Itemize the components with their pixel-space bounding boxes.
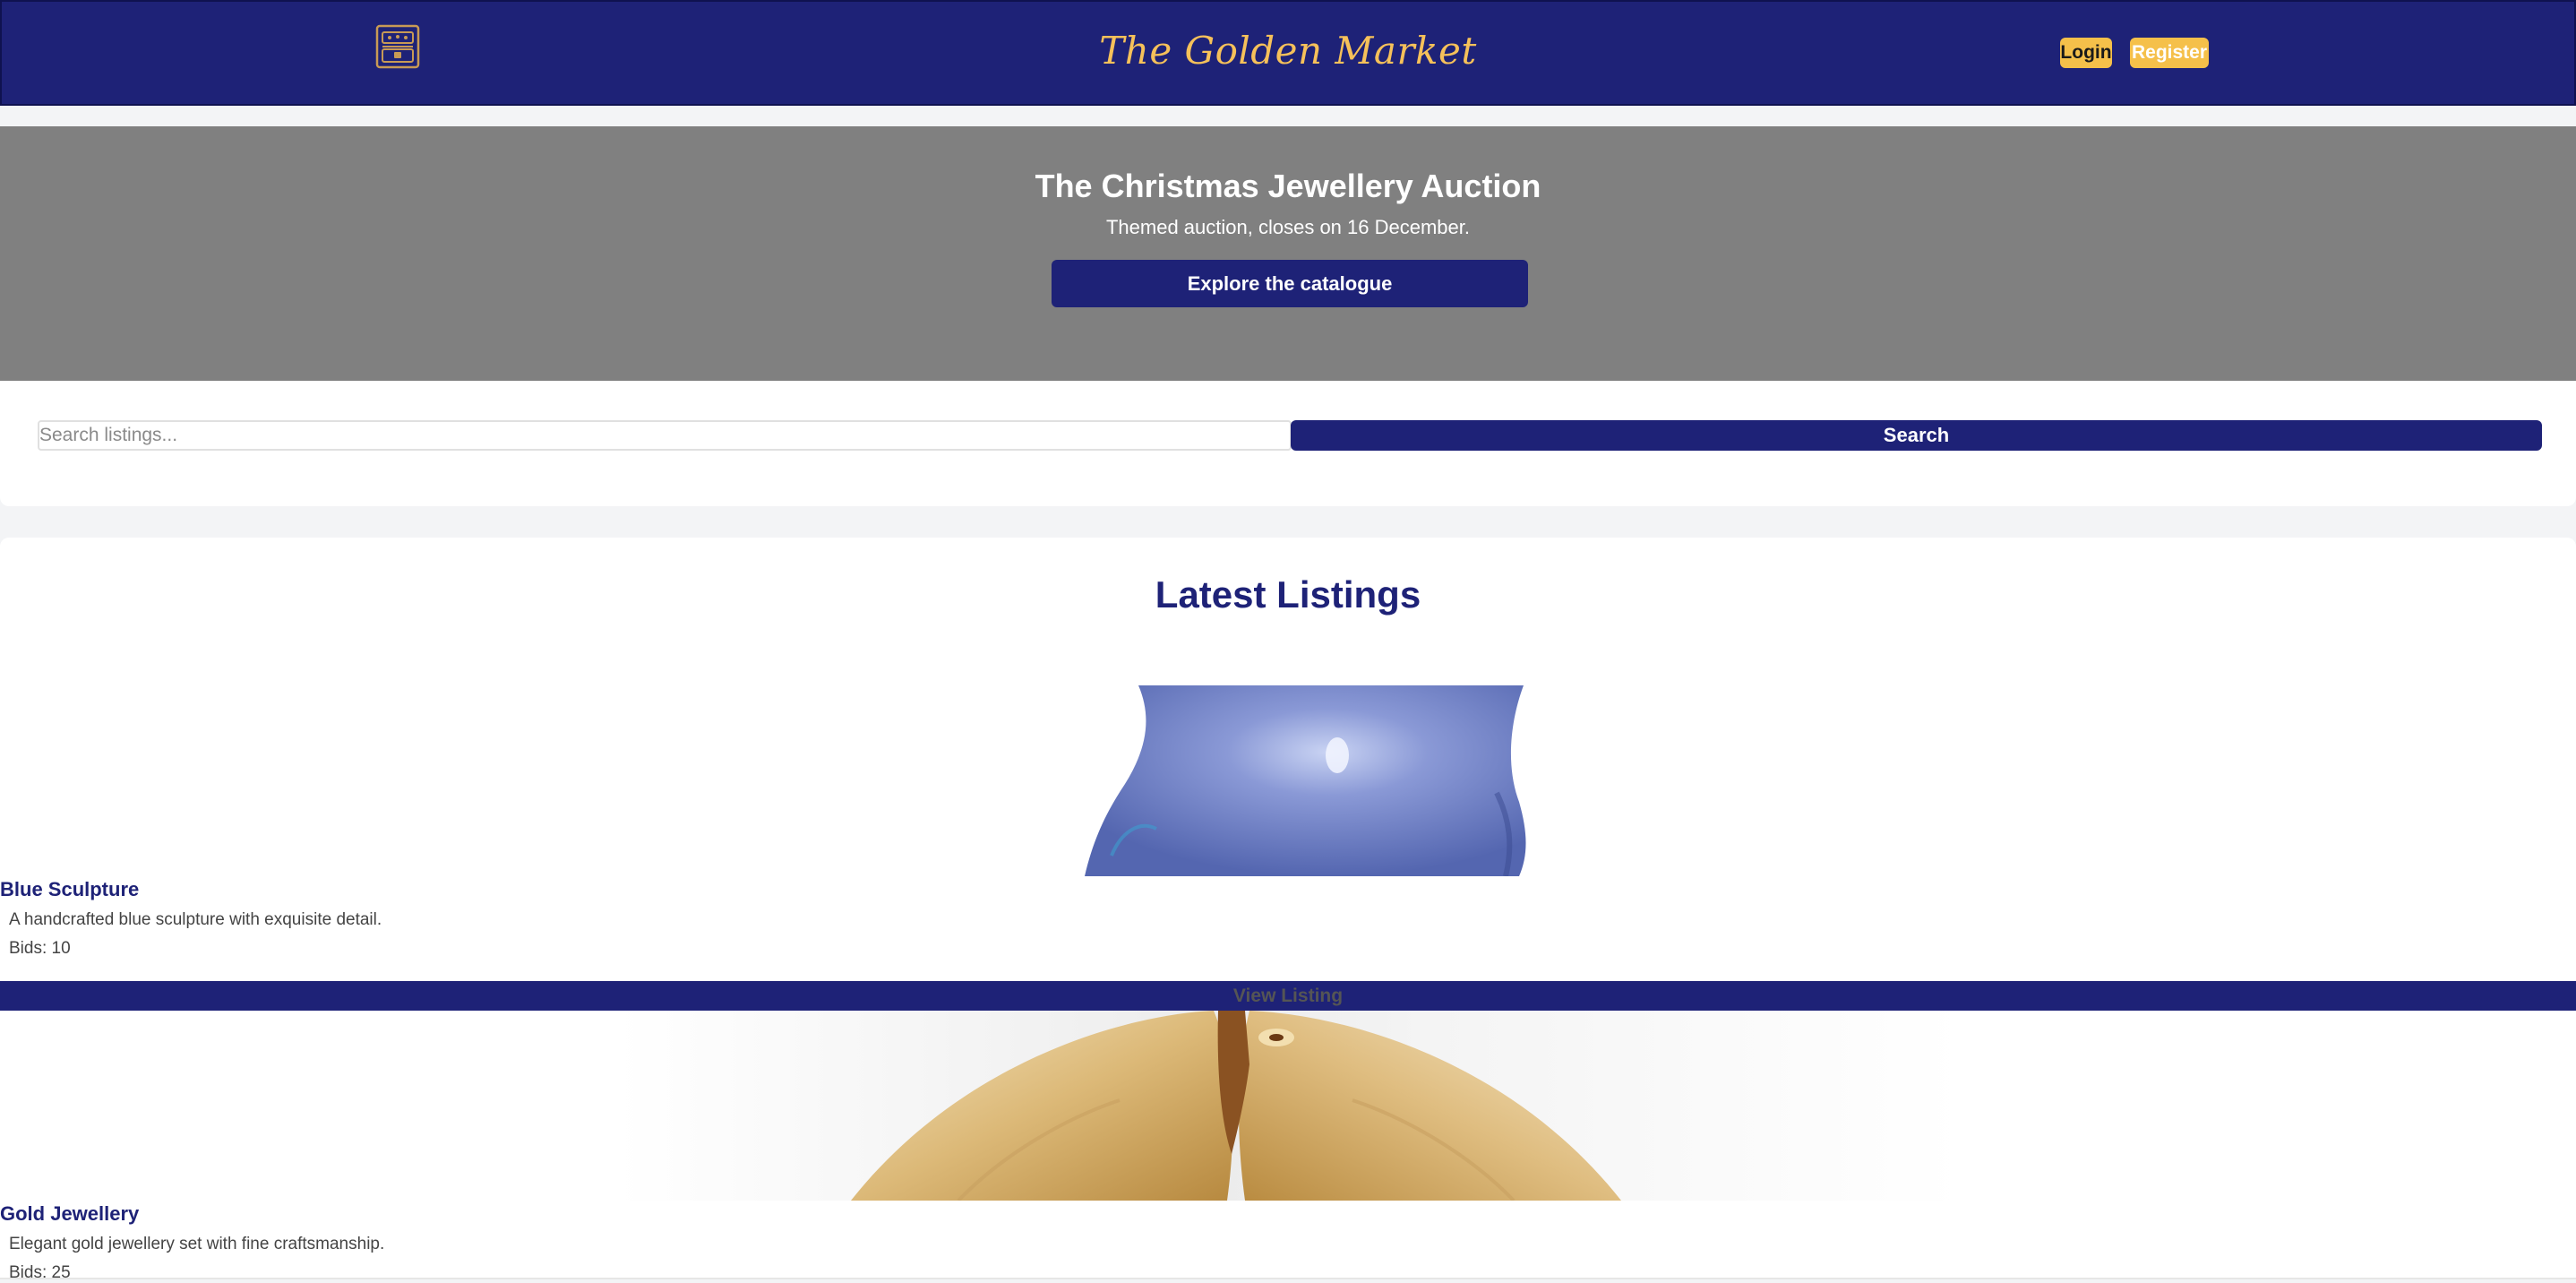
register-button[interactable]: Register	[2130, 38, 2209, 68]
site-header: The Golden Market Login Register	[0, 0, 2576, 106]
search-button[interactable]: Search	[1291, 420, 2542, 451]
view-listing-button[interactable]: View Listing	[0, 981, 2576, 1011]
listing-title[interactable]: Gold Jewellery	[0, 1202, 139, 1226]
listing-bids: Bids: 25	[9, 1263, 71, 1282]
hero-title: The Christmas Jewellery Auction	[1035, 168, 1541, 204]
search-section: Search	[0, 381, 2576, 506]
latest-listings-section: Latest Listings Blue Sculpture A handcra…	[0, 538, 2576, 1282]
listing-bids: Bids: 10	[9, 939, 71, 958]
explore-catalogue-button[interactable]: Explore the catalogue	[1052, 260, 1528, 307]
listings-title: Latest Listings	[1155, 573, 1421, 616]
gold-jewellery-image[interactable]	[618, 1011, 1962, 1201]
login-button[interactable]: Login	[2060, 38, 2112, 68]
search-input[interactable]	[38, 420, 1292, 451]
blue-sculpture-image[interactable]	[1022, 685, 1538, 876]
listing-description: Elegant gold jewellery set with fine cra…	[9, 1235, 385, 1253]
hero-banner: The Christmas Jewellery Auction Themed a…	[0, 126, 2576, 381]
listing-title[interactable]: Blue Sculpture	[0, 878, 139, 901]
hero-subtitle: Themed auction, closes on 16 December.	[1105, 216, 1470, 238]
listing-description: A handcrafted blue sculpture with exquis…	[9, 910, 382, 929]
